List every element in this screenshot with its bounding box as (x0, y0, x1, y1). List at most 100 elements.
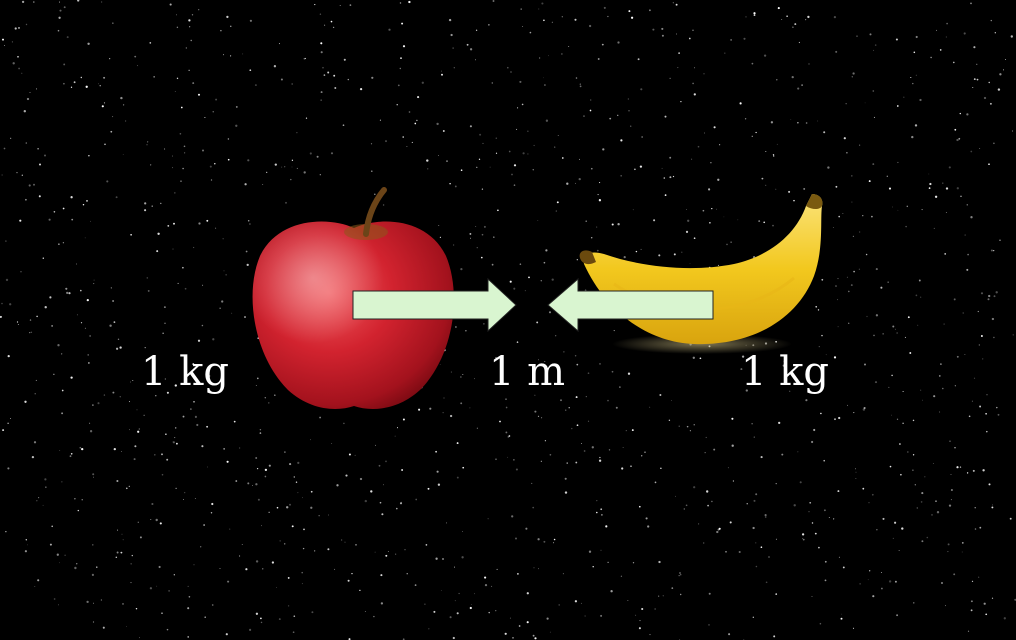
banana-image (579, 194, 823, 354)
star (505, 398, 507, 400)
star (583, 115, 585, 117)
star (219, 568, 221, 569)
star (93, 476, 94, 478)
star (797, 87, 800, 90)
star (53, 211, 56, 213)
star (226, 460, 229, 463)
star (504, 632, 507, 635)
star (215, 98, 218, 101)
star (752, 526, 755, 530)
star (802, 538, 804, 539)
star (607, 561, 609, 564)
star (658, 595, 660, 597)
star (310, 506, 313, 509)
star (768, 556, 770, 558)
star (801, 84, 803, 86)
star (452, 636, 455, 640)
star (601, 514, 603, 516)
star (117, 338, 120, 340)
star (939, 411, 941, 413)
star (880, 587, 883, 590)
star (901, 527, 904, 530)
star (16, 321, 19, 323)
star (484, 576, 487, 579)
star (896, 614, 899, 617)
star (855, 478, 857, 479)
star (2, 429, 5, 432)
star (24, 550, 27, 553)
star (86, 200, 88, 202)
star (956, 138, 959, 142)
star (103, 102, 106, 104)
star (29, 319, 32, 321)
star (18, 67, 21, 70)
star (851, 76, 853, 78)
star (770, 121, 774, 124)
star (704, 452, 706, 454)
star (566, 462, 568, 464)
star (10, 137, 12, 139)
star (197, 339, 201, 342)
star (980, 292, 984, 295)
star (210, 179, 213, 181)
star (149, 42, 152, 44)
star (532, 634, 535, 637)
star (832, 227, 834, 228)
star (87, 42, 90, 45)
star (21, 72, 23, 74)
star (314, 550, 316, 552)
star (902, 390, 904, 393)
star (130, 381, 131, 383)
star (914, 484, 916, 486)
star (435, 450, 437, 453)
star (678, 575, 680, 577)
star (57, 344, 60, 347)
distance-label: 1 m (489, 349, 566, 395)
star (133, 458, 136, 461)
star (476, 427, 478, 429)
star (824, 579, 827, 582)
star (385, 554, 388, 557)
star (287, 576, 290, 579)
star (5, 240, 7, 242)
star (320, 42, 323, 45)
star (63, 6, 66, 9)
star (104, 143, 106, 146)
star (874, 44, 877, 46)
star (466, 43, 469, 46)
star (396, 427, 399, 429)
star (323, 74, 326, 76)
star (561, 16, 563, 18)
star (381, 513, 384, 516)
star (454, 600, 456, 602)
star (475, 59, 477, 61)
star (964, 234, 966, 236)
star (235, 124, 238, 127)
star (970, 609, 973, 612)
star (967, 630, 970, 632)
star (864, 102, 866, 104)
star (290, 178, 292, 181)
star (330, 20, 333, 23)
star (206, 425, 209, 428)
star (256, 467, 259, 470)
star (894, 328, 896, 330)
star (462, 466, 465, 469)
star (743, 37, 746, 40)
star (187, 585, 189, 587)
star (658, 560, 661, 564)
star (73, 81, 76, 84)
star (537, 415, 540, 417)
star (190, 39, 192, 42)
star (96, 566, 98, 568)
star (588, 24, 592, 28)
star (351, 573, 353, 575)
star (625, 430, 627, 432)
star (773, 155, 775, 157)
star (926, 536, 929, 539)
star (979, 526, 982, 529)
star (58, 1, 61, 3)
star (39, 163, 41, 166)
star (843, 137, 846, 140)
star (134, 445, 137, 448)
